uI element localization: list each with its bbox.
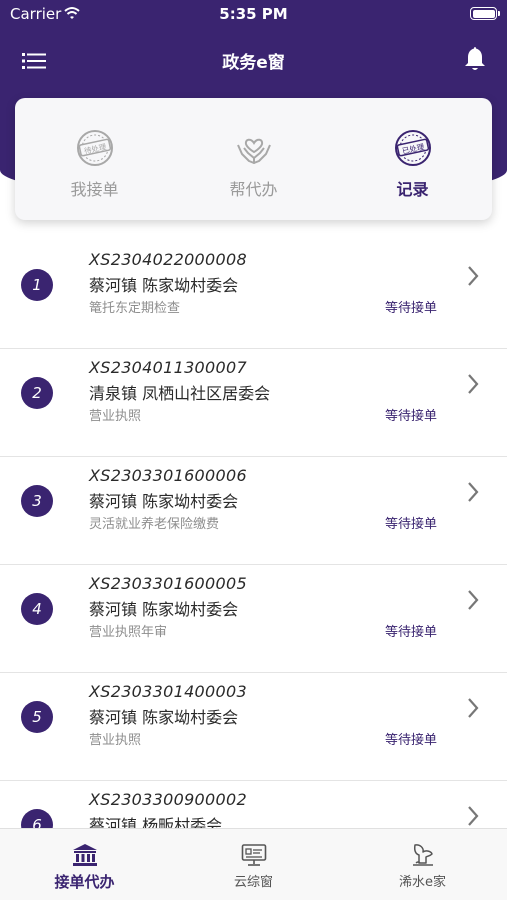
list-item[interactable]: 2 XS2304011300007 清泉镇 凤栖山社区居委会 营业执照 等待接单 [0, 349, 507, 457]
tab-label: 帮代办 [229, 180, 278, 199]
record-code: XS2303301600006 [89, 466, 247, 485]
processed-stamp-icon: 已处理 [394, 130, 431, 166]
list-item[interactable]: 3 XS2303301600006 蔡河镇 陈家坳村委会 灵活就业养老保险缴费 … [0, 457, 507, 565]
record-status: 等待接单 [384, 409, 437, 424]
record-org: 蔡河镇 陈家坳村委会 [89, 492, 239, 511]
bottom-tab-xishui-home[interactable]: 浠水e家 [338, 829, 507, 900]
map-pin-icon [412, 844, 433, 866]
record-org: 蔡河镇 陈家坳村委会 [89, 708, 239, 727]
record-status: 等待接单 [384, 625, 437, 640]
record-status: 等待接单 [384, 733, 437, 748]
record-org: 蔡河镇 陈家坳村委会 [89, 600, 239, 619]
status-bar: Carrier 5:35 PM [0, 0, 507, 30]
bottom-tab-label: 云综窗 [233, 875, 273, 890]
tab-my-orders[interactable]: 待处理 我接单 [15, 98, 174, 220]
record-status: 等待接单 [384, 301, 437, 316]
chevron-right-icon [468, 698, 479, 718]
battery-icon [470, 7, 500, 20]
bottom-tab-orders[interactable]: 接单代办 [0, 829, 169, 900]
monitor-icon [241, 844, 266, 866]
nav-bar: 政务e窗 [0, 40, 507, 80]
chevron-right-icon [468, 590, 479, 610]
chevron-right-icon [468, 374, 479, 394]
record-code: XS2303301400003 [89, 682, 247, 701]
tab-label: 记录 [396, 180, 429, 199]
bottom-tab-bar: 接单代办 云综窗 浠水e家 [0, 828, 507, 900]
row-index-badge: 2 [21, 377, 53, 409]
pending-stamp-icon: 待处理 [76, 130, 113, 166]
row-index-badge: 5 [21, 701, 53, 733]
tab-help-handle[interactable]: 帮代办 [174, 98, 333, 220]
list-item[interactable]: 1 XS2304022000008 蔡河镇 陈家坳村委会 篭托东定期检查 等待接… [0, 241, 507, 349]
record-code: XS2303300900002 [89, 790, 247, 809]
record-org: 蔡河镇 陈家坳村委会 [89, 276, 239, 295]
record-code: XS2303301600005 [89, 574, 247, 593]
heart-hands-icon [236, 138, 271, 164]
bank-icon [72, 844, 97, 866]
record-org: 清泉镇 凤栖山社区居委会 [89, 384, 271, 403]
status-time: 5:35 PM [219, 5, 288, 23]
chevron-right-icon [468, 806, 479, 826]
chevron-right-icon [468, 266, 479, 286]
tab-label: 我接单 [70, 180, 119, 199]
bell-icon[interactable] [463, 46, 487, 72]
record-service: 营业执照年审 [89, 625, 168, 640]
record-list: 1 XS2304022000008 蔡河镇 陈家坳村委会 篭托东定期检查 等待接… [0, 241, 507, 889]
bottom-tab-label: 浠水e家 [399, 875, 446, 890]
record-service: 营业执照 [89, 409, 142, 424]
chevron-right-icon [468, 482, 479, 502]
bottom-tab-label: 接单代办 [54, 873, 115, 891]
row-index-badge: 3 [21, 485, 53, 517]
record-service: 灵活就业养老保险缴费 [89, 517, 220, 532]
list-item[interactable]: 5 XS2303301400003 蔡河镇 陈家坳村委会 营业执照 等待接单 [0, 673, 507, 781]
row-index-badge: 4 [21, 593, 53, 625]
record-service: 营业执照 [89, 733, 142, 748]
record-service: 篭托东定期检查 [89, 301, 181, 316]
record-code: XS2304011300007 [89, 358, 247, 377]
record-status: 等待接单 [384, 517, 437, 532]
bottom-tab-cloud-window[interactable]: 云综窗 [169, 829, 338, 900]
tab-card: 待处理 我接单 帮代办 已处理 记录 [15, 98, 492, 220]
row-index-badge: 1 [21, 269, 53, 301]
record-code: XS2304022000008 [89, 250, 247, 269]
list-item[interactable]: 4 XS2303301600005 蔡河镇 陈家坳村委会 营业执照年审 等待接单 [0, 565, 507, 673]
page-title: 政务e窗 [222, 53, 285, 73]
tab-records[interactable]: 已处理 记录 [333, 98, 492, 220]
